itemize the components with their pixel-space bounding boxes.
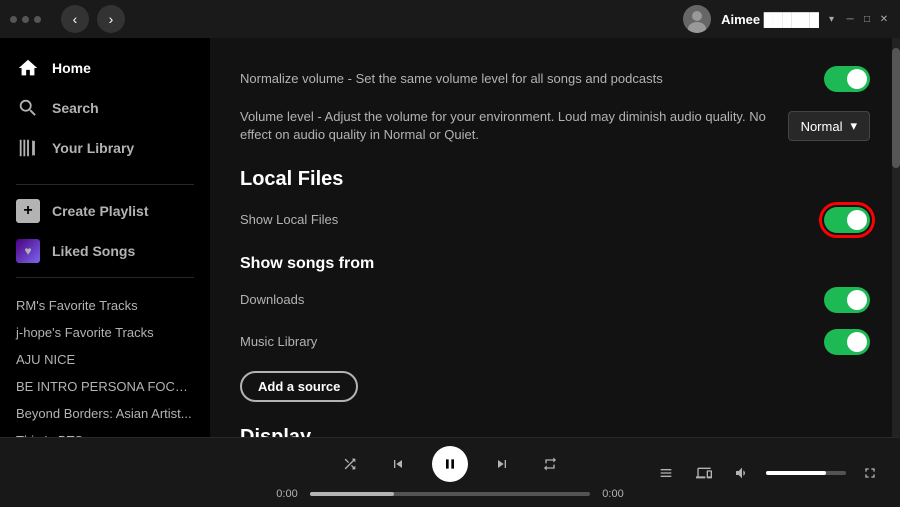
chevron-down-icon: ▾	[850, 118, 857, 134]
downloads-row: Downloads	[240, 279, 870, 321]
previous-button[interactable]	[384, 450, 412, 478]
sidebar-liked-songs[interactable]: ♥ Liked Songs	[0, 231, 210, 271]
normalize-volume-row: Normalize volume - Set the same volume l…	[240, 58, 870, 100]
volume-level-label: Volume level - Adjust the volume for you…	[240, 108, 788, 144]
sidebar-library-label: Your Library	[52, 140, 134, 156]
sidebar-create-playlist[interactable]: + Create Playlist	[0, 191, 210, 231]
volume-dropdown-value: Normal	[801, 119, 843, 134]
normalize-volume-label: Normalize volume - Set the same volume l…	[240, 70, 663, 88]
downloads-toggle[interactable]	[824, 287, 870, 313]
library-icon	[16, 136, 40, 160]
pause-button[interactable]	[432, 446, 468, 482]
main-layout: Home Search Your Library + Create Playli…	[0, 38, 900, 437]
create-playlist-icon: +	[16, 199, 40, 223]
local-files-title: Local Files	[240, 168, 870, 191]
toggle-knob	[847, 290, 867, 310]
list-item[interactable]: j-hope's Favorite Tracks	[0, 319, 210, 346]
devices-button[interactable]	[690, 459, 718, 487]
titlebar-dots	[10, 16, 41, 23]
list-item[interactable]: BE INTRO PERSONA FOCU...	[0, 373, 210, 400]
toggle-knob	[847, 332, 867, 352]
titlebar-right: Aimee ██████ ▾ ─ □ ✕	[683, 5, 890, 33]
sidebar-nav: Home Search Your Library	[0, 38, 210, 178]
progress-fill	[310, 492, 394, 496]
volume-fill	[766, 471, 826, 475]
search-icon	[16, 96, 40, 120]
music-library-row: Music Library	[240, 321, 870, 363]
volume-dropdown[interactable]: Normal ▾	[788, 111, 870, 141]
music-library-label: Music Library	[240, 333, 317, 351]
time-current: 0:00	[272, 488, 302, 500]
volume-bar[interactable]	[766, 471, 846, 475]
list-item[interactable]: RM's Favorite Tracks	[0, 292, 210, 319]
player-right-controls	[652, 459, 884, 487]
show-local-files-toggle[interactable]	[824, 207, 870, 233]
fullscreen-button[interactable]	[856, 459, 884, 487]
sidebar-item-library[interactable]: Your Library	[0, 128, 210, 168]
player-progress: 0:00 0:00	[16, 488, 884, 500]
sidebar: Home Search Your Library + Create Playli…	[0, 38, 210, 437]
music-library-toggle[interactable]	[824, 329, 870, 355]
close-button[interactable]: ✕	[878, 13, 890, 25]
minimize-button[interactable]: ─	[844, 13, 856, 25]
scrollbar-track	[892, 38, 900, 437]
sidebar-liked-songs-label: Liked Songs	[52, 243, 135, 259]
list-item[interactable]: AJU NICE	[0, 346, 210, 373]
volume-level-row: Volume level - Adjust the volume for you…	[240, 100, 870, 152]
shuffle-button[interactable]	[336, 450, 364, 478]
sidebar-divider	[16, 184, 194, 185]
home-icon	[16, 56, 40, 80]
sidebar-create-playlist-label: Create Playlist	[52, 203, 149, 219]
downloads-label: Downloads	[240, 291, 304, 309]
titlebar-dot-3	[34, 16, 41, 23]
normalize-volume-toggle[interactable]	[824, 66, 870, 92]
queue-button[interactable]	[652, 459, 680, 487]
progress-bar[interactable]	[310, 492, 590, 496]
titlebar-nav: ‹ ›	[61, 5, 125, 33]
show-local-files-row: Show Local Files	[240, 199, 870, 241]
volume-button[interactable]	[728, 459, 756, 487]
sidebar-playlists: RM's Favorite Tracks j-hope's Favorite T…	[0, 284, 210, 437]
list-item[interactable]: This Is BTS	[0, 427, 210, 437]
toggle-knob	[847, 69, 867, 89]
next-button[interactable]	[488, 450, 516, 478]
add-source-button[interactable]: Add a source	[240, 371, 358, 402]
time-total: 0:00	[598, 488, 628, 500]
avatar-image	[683, 5, 711, 33]
display-title: Display	[240, 426, 870, 437]
player-bar: 0:00 0:00	[0, 437, 900, 507]
toggle-knob	[847, 210, 867, 230]
sidebar-divider-2	[16, 277, 194, 278]
show-songs-from-title: Show songs from	[240, 255, 870, 273]
sidebar-home-label: Home	[52, 60, 91, 76]
maximize-button[interactable]: □	[861, 13, 873, 25]
add-source-label: Add a source	[258, 379, 340, 394]
user-name: Aimee ██████	[721, 12, 819, 27]
sidebar-item-search[interactable]: Search	[0, 88, 210, 128]
titlebar-dot-1	[10, 16, 17, 23]
show-local-files-label: Show Local Files	[240, 211, 338, 229]
repeat-button[interactable]	[536, 450, 564, 478]
nav-back-button[interactable]: ‹	[61, 5, 89, 33]
titlebar-dot-2	[22, 16, 29, 23]
titlebar-left: ‹ ›	[10, 5, 125, 33]
liked-songs-icon: ♥	[16, 239, 40, 263]
settings-content: Normalize volume - Set the same volume l…	[210, 38, 900, 437]
user-chevron-icon[interactable]: ▾	[829, 14, 834, 25]
avatar	[683, 5, 711, 33]
sidebar-item-home[interactable]: Home	[0, 48, 210, 88]
scrollbar-thumb[interactable]	[892, 48, 900, 168]
nav-forward-button[interactable]: ›	[97, 5, 125, 33]
titlebar: ‹ › Aimee ██████ ▾ ─ □ ✕	[0, 0, 900, 38]
window-controls: ─ □ ✕	[844, 13, 890, 25]
list-item[interactable]: Beyond Borders: Asian Artist...	[0, 400, 210, 427]
sidebar-search-label: Search	[52, 100, 99, 116]
